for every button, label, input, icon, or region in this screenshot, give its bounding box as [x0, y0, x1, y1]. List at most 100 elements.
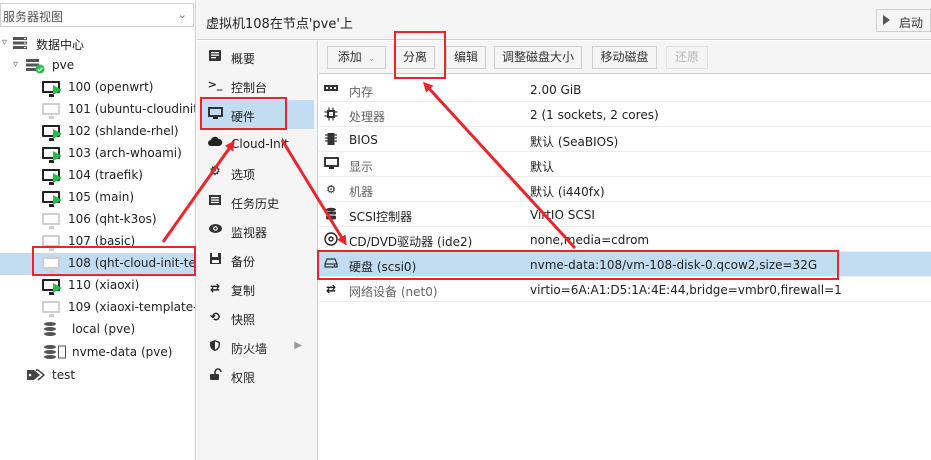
hdd-icon	[323, 257, 339, 271]
nav-item-label: 复制	[231, 284, 256, 298]
tree-item-vm[interactable]: 105 (main)	[0, 187, 195, 209]
unlock-icon	[207, 368, 223, 382]
hardware-key: BIOS	[349, 133, 378, 147]
eye-icon	[207, 223, 223, 237]
add-button[interactable]: 添加 ⌄	[327, 46, 386, 69]
nav-item-label: 选项	[231, 168, 256, 182]
tree-item-datacenter[interactable]: ▿ 数据中心	[0, 33, 195, 55]
detach-button[interactable]: 分离	[395, 46, 435, 69]
chevron-down-icon: ⌄	[177, 8, 187, 21]
tree-item-storage[interactable]: nvme-data (pve)	[0, 342, 195, 364]
list-icon	[207, 194, 223, 208]
tree-item-tag[interactable]: test	[0, 365, 195, 387]
microchip-icon	[323, 132, 339, 146]
hardware-key: 机器	[349, 185, 374, 199]
tree-item-vm[interactable]: 108 (qht-cloud-init-tes	[0, 253, 195, 275]
nav-item[interactable]: ⇄ 复制	[201, 274, 314, 303]
start-button-label: 启动	[899, 16, 924, 30]
resize-disk-button[interactable]: 调整磁盘大小	[494, 46, 582, 69]
edit-button[interactable]: 编辑	[446, 46, 486, 69]
hardware-key: 网络设备 (net0)	[349, 285, 438, 299]
view-selector[interactable]: 服务器视图 ⌄	[0, 3, 194, 27]
resize-disk-button-label: 调整磁盘大小	[501, 50, 574, 64]
nav-item[interactable]: 任务历史	[201, 187, 314, 216]
resource-tree: 服务器视图 ⌄ ▿ 数据中心 ▿ pve 100 (openwrt) 101 (u…	[0, 0, 196, 460]
terminal-icon: >_	[207, 78, 223, 91]
hardware-key: 显示	[349, 160, 374, 174]
nav-item[interactable]: ⟲ 快照	[201, 303, 314, 332]
tree-item-storage[interactable]: local (pve)	[0, 319, 195, 341]
start-button[interactable]: 启动	[876, 9, 931, 32]
book-icon	[207, 49, 223, 63]
tree-item-vm[interactable]: 107 (basic)	[0, 231, 195, 253]
cpu-icon	[323, 107, 339, 121]
hardware-row[interactable]: 内存 2.00 GiB	[319, 77, 931, 102]
nav-item-label: 权限	[231, 371, 256, 385]
nav-item[interactable]: Cloud-Init	[201, 129, 314, 158]
tree-item-vm[interactable]: 101 (ubuntu-cloudinit)	[0, 99, 195, 121]
hardware-value: virtio=6A:A1:D5:1A:4E:44,bridge=vmbr0,fi…	[530, 283, 842, 297]
vm-running-icon	[42, 80, 62, 97]
hardware-row[interactable]: 硬盘 (scsi0) nvme-data:108/vm-108-disk-0.qc…	[319, 252, 931, 277]
nav-item[interactable]: 硬件	[201, 100, 314, 129]
tag-label: test	[52, 368, 76, 382]
vm-stopped-icon	[42, 212, 62, 229]
document-icon	[58, 345, 68, 361]
retweet-icon: ⇄	[209, 281, 221, 295]
hardware-row[interactable]: 处理器 2 (1 sockets, 2 cores)	[319, 102, 931, 127]
tree-item-vm[interactable]: 110 (xiaoxi)	[0, 275, 195, 297]
nav-item-label: 监视器	[231, 226, 268, 240]
hardware-key: 内存	[349, 85, 374, 99]
tree-item-vm[interactable]: 103 (arch-whoami)	[0, 143, 195, 165]
tree-item-vm[interactable]: 106 (qht-k3os)	[0, 209, 195, 231]
hardware-row[interactable]: CD/DVD驱动器 (ide2) none,media=cdrom	[319, 227, 931, 252]
nav-item-label: 备份	[231, 255, 256, 269]
collapse-toggle-icon[interactable]: ▿	[13, 59, 18, 70]
collapse-toggle-icon[interactable]: ▿	[2, 37, 7, 48]
floppy-icon	[207, 252, 223, 266]
nav-item-label: 概要	[231, 52, 256, 66]
hardware-row[interactable]: ⇄ 网络设备 (net0) virtio=6A:A1:D5:1A:4E:44,bri…	[319, 277, 931, 302]
hardware-value: 2.00 GiB	[530, 83, 582, 97]
tree-item-vm[interactable]: 109 (xiaoxi-template-t	[0, 297, 196, 319]
memory-icon	[323, 82, 339, 96]
nav-item[interactable]: >_ 控制台	[201, 71, 314, 100]
hardware-key: 处理器	[349, 110, 386, 124]
view-selector-value: 服务器视图	[3, 10, 64, 24]
hardware-row[interactable]: BIOS 默认 (SeaBIOS)	[319, 127, 931, 152]
vm-label: 109 (xiaoxi-template-t	[68, 300, 196, 314]
vm-stopped-icon	[42, 256, 62, 273]
hardware-value: none,media=cdrom	[530, 233, 650, 247]
database-icon	[323, 207, 339, 221]
nav-item[interactable]: 监视器	[201, 216, 314, 245]
tree-item-vm[interactable]: 102 (shlande-rhel)	[0, 121, 195, 143]
nav-item[interactable]: ⚙ 选项	[201, 158, 314, 187]
cloud-icon	[207, 136, 223, 150]
desktop-icon	[323, 157, 339, 171]
storage-label: local (pve)	[72, 322, 136, 336]
hardware-row[interactable]: 显示 默认	[319, 152, 931, 177]
nav-item[interactable]: 概要	[201, 42, 314, 71]
move-disk-button[interactable]: 移动磁盘	[592, 46, 657, 69]
history-icon: ⟲	[209, 310, 221, 324]
storage-label: nvme-data (pve)	[72, 345, 173, 359]
revert-button[interactable]: 还原	[666, 46, 708, 69]
tree-item-vm[interactable]: 100 (openwrt)	[0, 77, 195, 99]
vm-label: 100 (openwrt)	[68, 80, 154, 94]
nav-item-label: 任务历史	[231, 197, 280, 211]
nav-item[interactable]: 权限	[201, 361, 314, 390]
vm-stopped-icon	[42, 234, 62, 251]
tree-item-node[interactable]: ▿ pve	[0, 55, 195, 77]
tree-item-vm[interactable]: 104 (traefik)	[0, 165, 195, 187]
vm-stopped-icon	[42, 102, 62, 119]
hardware-row[interactable]: ⚙︎ 机器 默认 (i440fx)	[319, 177, 931, 202]
nav-item[interactable]: 备份	[201, 245, 314, 274]
hardware-value: 2 (1 sockets, 2 cores)	[530, 108, 659, 122]
exchange-icon: ⇄	[325, 282, 337, 296]
vm-label: 110 (xiaoxi)	[68, 278, 140, 292]
hardware-row[interactable]: SCSI控制器 VirtIO SCSI	[319, 202, 931, 227]
hardware-value: 默认 (i440fx)	[530, 185, 605, 199]
content-header: 虚拟机108在节点'pve'上 启动	[197, 0, 931, 40]
vm-running-icon	[42, 124, 62, 141]
nav-item[interactable]: 防火墙 ▶	[201, 332, 314, 361]
